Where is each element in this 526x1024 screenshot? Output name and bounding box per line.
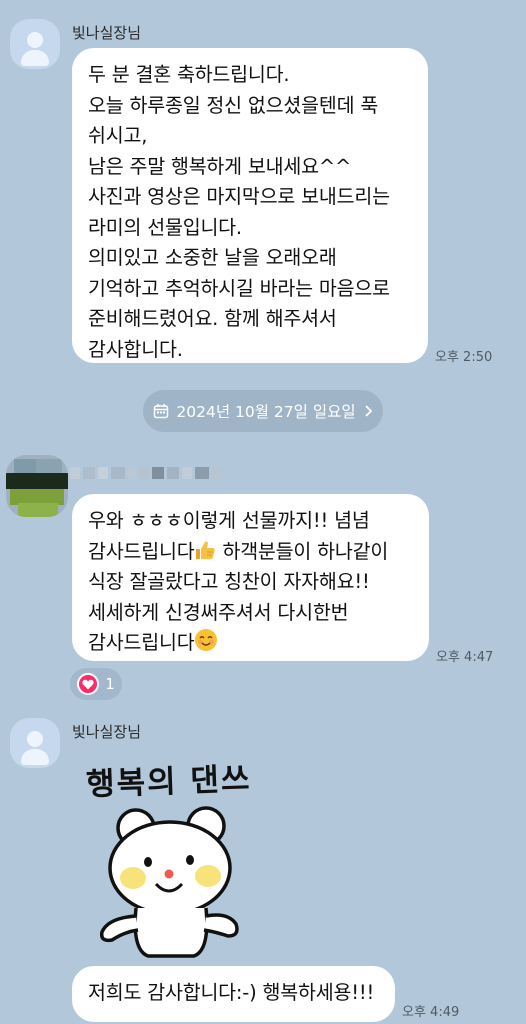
default-avatar-icon xyxy=(27,32,43,48)
message-line: 세세하게 신경써주셔서 다시한번 xyxy=(88,600,349,624)
blurred-avatar[interactable] xyxy=(6,455,68,517)
message-time: 오후 4:47 xyxy=(436,650,494,665)
message-bubble[interactable]: 저희도 감사합니다:-) 행복하세용!!! xyxy=(72,966,395,1022)
bear-sticker[interactable]: 행복의 댄쓰 xyxy=(78,748,288,958)
smile-emoji xyxy=(195,629,218,651)
message-time: 오후 4:49 xyxy=(402,1005,460,1020)
message-text: 감사드립니다 xyxy=(88,539,195,563)
reaction-count: 1 xyxy=(105,675,115,693)
heart-icon xyxy=(77,673,100,695)
chevron-right-icon xyxy=(364,405,372,417)
message-text: 하객분들이 하나같이 xyxy=(216,539,389,563)
reaction-badge[interactable]: 1 xyxy=(70,668,122,700)
sender-avatar[interactable] xyxy=(10,19,60,69)
default-avatar-icon xyxy=(27,731,43,747)
message-time: 오후 2:50 xyxy=(435,350,493,365)
message-bubble[interactable]: 두 분 결혼 축하드립니다. 오늘 하루종일 정신 없으셨을텐데 푹 쉬시고, … xyxy=(72,48,428,363)
blurred-sender-name xyxy=(70,462,225,479)
message-line: 우와 ㅎㅎㅎ이렇게 선물까지!! 념념 xyxy=(88,509,370,532)
bear-figure xyxy=(99,806,239,958)
sender-name: 빛나실장님 xyxy=(72,24,142,42)
date-divider-label: 2024년 10월 27일 일요일 xyxy=(176,403,356,421)
message-text: 감사드립니다 xyxy=(88,631,195,654)
message-line: 식장 잘골랐다고 칭찬이 자자해요!! xyxy=(88,570,370,593)
sender-name: 빛나실장님 xyxy=(72,723,142,741)
calendar-icon xyxy=(154,404,169,419)
sticker-caption: 행복의 댄쓰 xyxy=(85,761,253,803)
thumbs-up-emoji xyxy=(196,541,216,559)
sender-avatar[interactable] xyxy=(10,718,60,768)
date-divider[interactable]: 2024년 10월 27일 일요일 xyxy=(143,390,383,432)
message-bubble[interactable]: 우와 ㅎㅎㅎ이렇게 선물까지!! 념념 감사드립니다 하객분들이 하나같이 식장… xyxy=(72,494,429,661)
